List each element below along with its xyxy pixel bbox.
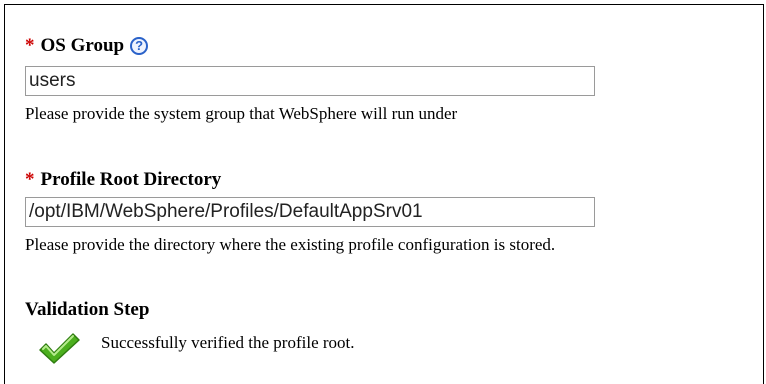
os-group-label-text: OS Group — [40, 35, 125, 56]
validation-message: Successfully verified the profile root. — [101, 333, 355, 352]
os-group-help-text: Please provide the system group that Web… — [25, 104, 458, 123]
os-group-input[interactable] — [25, 66, 595, 96]
help-icon[interactable]: ? — [130, 37, 149, 55]
os-group-label: * OS Group? — [25, 35, 149, 57]
checkmark-icon — [39, 333, 80, 364]
configuration-panel: *OS Group? Please provide the system gro… — [4, 4, 764, 384]
profile-root-input[interactable] — [25, 197, 595, 227]
profile-root-help-text: Please provide the directory where the e… — [25, 235, 556, 254]
required-marker: * — [25, 35, 35, 56]
validation-heading: Validation Step — [25, 299, 150, 320]
profile-root-label: * Profile Root Directory — [25, 169, 221, 191]
required-marker: * — [25, 169, 35, 190]
profile-root-label-text: Profile Root Directory — [40, 169, 222, 190]
